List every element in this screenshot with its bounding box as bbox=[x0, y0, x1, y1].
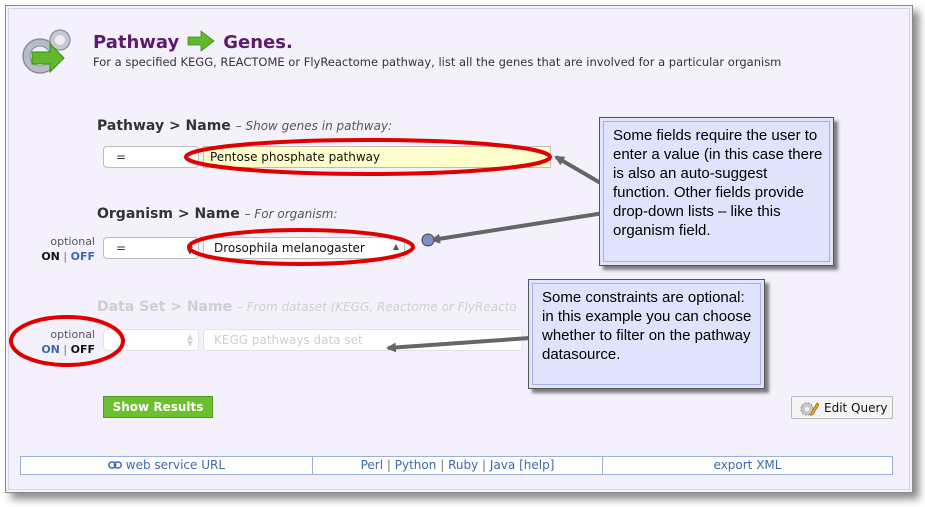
python-link[interactable]: Python bbox=[395, 458, 437, 472]
java-link[interactable]: Java bbox=[490, 458, 515, 472]
edit-query-label: Edit Query bbox=[824, 401, 888, 415]
pathway-operator-select[interactable]: = bbox=[103, 146, 199, 168]
perl-link[interactable]: Perl bbox=[361, 458, 383, 472]
organism-value-text: Drosophila melanogaster bbox=[214, 241, 365, 255]
title-pathway: Pathway bbox=[93, 32, 180, 53]
separator: | bbox=[482, 458, 487, 472]
callout-optional: Some constraints are optional: in this e… bbox=[528, 279, 765, 389]
show-results-button[interactable]: Show Results bbox=[103, 396, 213, 418]
web-service-link[interactable]: web service URL bbox=[21, 457, 312, 474]
page-description: For a specified KEGG, REACTOME or FlyRea… bbox=[93, 55, 782, 69]
dataset-value-text: KEGG pathways data set bbox=[214, 333, 363, 347]
organism-off-link[interactable]: OFF bbox=[71, 250, 95, 263]
separator: | bbox=[63, 250, 68, 263]
constraint-pathway-hint: – Show genes in pathway: bbox=[235, 119, 393, 133]
dataset-optional-label: optional bbox=[50, 328, 95, 341]
constraint-organism-label: Organism > Name – For organism: bbox=[97, 206, 338, 222]
organism-optional-toggle: optional ON | OFF bbox=[34, 234, 95, 264]
footer-bar: web service URL Perl | Python | Ruby | J… bbox=[20, 456, 893, 475]
constraint-pathway-label: Pathway > Name – Show genes in pathway: bbox=[97, 118, 392, 134]
title-genes: Genes. bbox=[223, 32, 293, 53]
constraint-pathway-path: Pathway > Name bbox=[97, 118, 231, 134]
constraint-dataset-label: Data Set > Name – From dataset (KEGG, Re… bbox=[97, 299, 527, 315]
pathway-value-input[interactable]: Pentose phosphate pathway bbox=[203, 146, 551, 168]
separator: | bbox=[386, 458, 391, 472]
organism-on-link[interactable]: ON bbox=[41, 250, 60, 263]
dataset-value-select: KEGG pathways data set bbox=[203, 329, 523, 351]
web-service-label: web service URL bbox=[125, 458, 226, 472]
callout-fields: Some fields require the user to enter a … bbox=[599, 117, 834, 266]
dataset-operator-select: ▲ ▼ bbox=[103, 329, 199, 351]
constraint-dataset-path: Data Set > Name bbox=[97, 299, 233, 315]
organism-optional-label: optional bbox=[50, 235, 95, 248]
gears-logo-icon bbox=[22, 29, 71, 74]
pathway-value-text: Pentose phosphate pathway bbox=[210, 150, 381, 164]
dataset-optional-toggle: optional ON | OFF bbox=[34, 327, 95, 357]
edit-query-button[interactable]: Edit Query bbox=[791, 396, 893, 419]
constraint-organism-path: Organism > Name bbox=[97, 206, 240, 222]
dataset-off-link[interactable]: OFF bbox=[71, 343, 95, 356]
organism-operator-value: = bbox=[116, 241, 127, 255]
pathway-operator-value: = bbox=[116, 150, 127, 164]
constraint-organism-hint: – For organism: bbox=[244, 207, 338, 221]
green-arrow-icon bbox=[187, 30, 215, 52]
ruby-link[interactable]: Ruby bbox=[448, 458, 478, 472]
organism-value-select[interactable]: Drosophila melanogaster ▲ bbox=[203, 237, 405, 259]
organism-operator-select[interactable]: = ▲ ▼ bbox=[103, 237, 199, 259]
export-xml-link[interactable]: export XML bbox=[603, 457, 892, 474]
dropdown-arrow-icon: ▲ bbox=[392, 242, 399, 251]
select-arrows-icon: ▲ ▼ bbox=[186, 240, 193, 256]
gear-pencil-icon bbox=[800, 402, 819, 416]
dataset-on-link[interactable]: ON bbox=[41, 343, 60, 356]
help-link[interactable]: [help] bbox=[519, 458, 554, 472]
callout-fields-text: Some fields require the user to enter a … bbox=[603, 121, 830, 262]
callout-optional-text: Some constraints are optional: in this e… bbox=[532, 283, 761, 385]
chain-link-icon bbox=[108, 461, 122, 469]
page-title: Pathway Genes. bbox=[93, 30, 293, 53]
separator: | bbox=[63, 343, 68, 356]
select-arrows-icon: ▲ ▼ bbox=[186, 332, 193, 348]
constraint-dataset-hint: – From dataset (KEGG, Reactome or FlyRea… bbox=[236, 300, 517, 314]
code-links: Perl | Python | Ruby | Java [help] bbox=[313, 457, 602, 474]
separator: | bbox=[440, 458, 445, 472]
